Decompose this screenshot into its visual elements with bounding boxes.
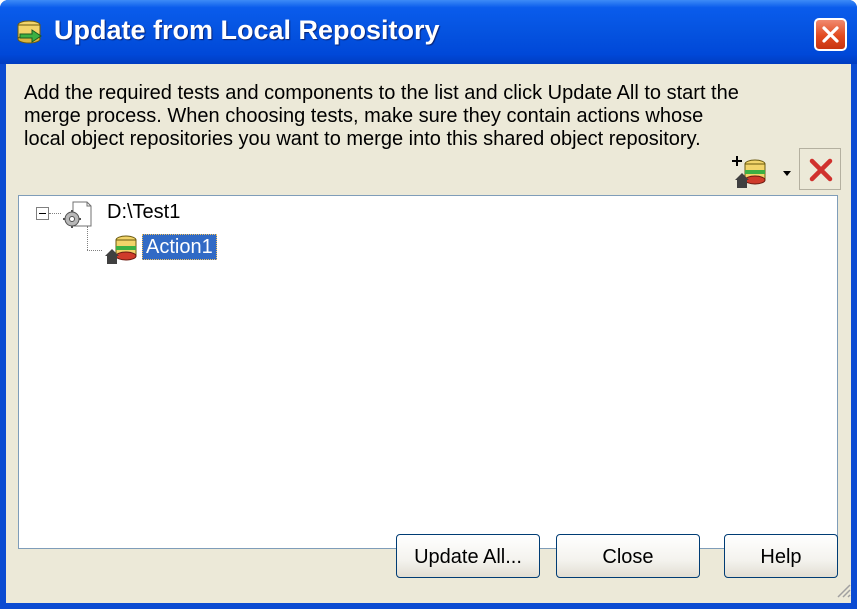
repository-tree[interactable]: D:\Test1 Action1 xyxy=(18,195,838,549)
dialog-body: Add the required tests and components to… xyxy=(6,64,851,603)
add-action-icon[interactable] xyxy=(731,154,769,190)
tree-connector xyxy=(49,213,61,214)
close-dialog-button[interactable]: Close xyxy=(556,534,700,578)
dialog-window: Update from Local Repository Add the req… xyxy=(0,0,857,609)
tree-node-action[interactable]: Action1 xyxy=(142,234,217,260)
update-all-button[interactable]: Update All... xyxy=(396,534,540,578)
title-bar[interactable]: Update from Local Repository xyxy=(0,0,857,64)
action-icon xyxy=(103,232,139,266)
delete-button[interactable] xyxy=(799,148,841,190)
resize-grip-icon[interactable] xyxy=(832,579,852,599)
test-icon xyxy=(61,200,93,230)
tree-connector xyxy=(87,250,102,251)
help-button[interactable]: Help xyxy=(724,534,838,578)
instructions-text: Add the required tests and components to… xyxy=(24,82,739,150)
collapse-toggle[interactable] xyxy=(36,207,49,220)
dialog-title: Update from Local Repository xyxy=(54,15,440,45)
close-icon xyxy=(822,26,839,43)
update-repository-icon xyxy=(14,18,44,48)
dropdown-arrow-icon[interactable] xyxy=(780,166,794,176)
tree-node-test[interactable]: D:\Test1 xyxy=(107,201,180,224)
delete-icon xyxy=(809,158,833,182)
close-button[interactable] xyxy=(814,18,847,51)
